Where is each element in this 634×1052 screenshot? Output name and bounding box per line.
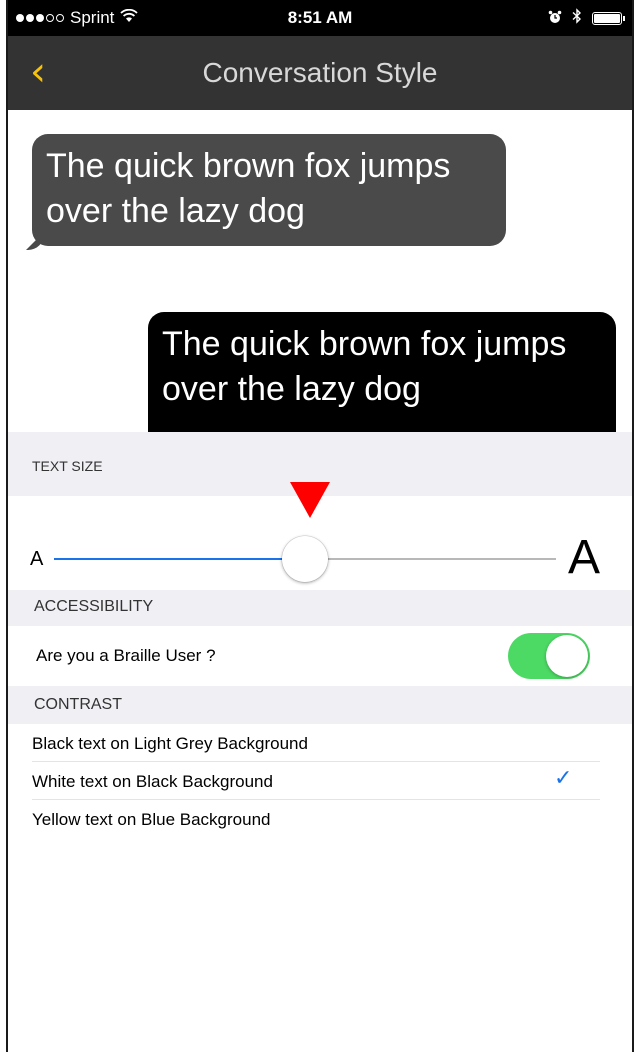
- contrast-option[interactable]: Yellow text on Blue Background: [8, 800, 632, 838]
- braille-user-toggle[interactable]: [508, 633, 590, 679]
- slider-fill: [54, 558, 305, 560]
- text-size-slider[interactable]: [54, 536, 556, 582]
- status-time: 8:51 AM: [287, 8, 353, 27]
- contrast-option-label: White text on Black Background: [32, 772, 273, 791]
- status-bar: Sprint 8:51 AM: [8, 0, 632, 36]
- braille-user-row: Are you a Braille User ?: [8, 626, 632, 686]
- text-size-control: A A: [8, 482, 632, 590]
- battery-icon: [592, 12, 625, 25]
- alarm-clock-icon: [548, 9, 562, 29]
- large-text-size-label: A: [568, 531, 601, 584]
- contrast-option[interactable]: Black text on Light Grey Background: [8, 724, 632, 762]
- small-text-size-label: A: [30, 548, 44, 570]
- status-right: [548, 8, 625, 29]
- conversation-preview: The quick brown fox jumps over the lazy …: [8, 110, 632, 432]
- contrast-option[interactable]: White text on Black Background ✓: [8, 762, 632, 800]
- bluetooth-icon: [572, 8, 582, 29]
- incoming-message-bubble: The quick brown fox jumps over the lazy …: [32, 134, 506, 246]
- contrast-option-label: Black text on Light Grey Background: [32, 734, 308, 753]
- toggle-knob: [546, 635, 588, 677]
- braille-user-label: Are you a Braille User ?: [36, 646, 216, 665]
- checkmark-icon: ✓: [554, 766, 573, 791]
- contrast-header: CONTRAST: [8, 686, 632, 724]
- accessibility-header: ACCESSIBILITY: [8, 590, 632, 626]
- outgoing-message-bubble: The quick brown fox jumps over the lazy …: [148, 312, 616, 432]
- triangle-down-marker-icon: [290, 482, 330, 518]
- battery-level: [594, 14, 620, 23]
- navigation-bar: ‹ Conversation Style: [8, 36, 632, 110]
- slider-thumb[interactable]: [282, 536, 328, 582]
- contrast-option-label: Yellow text on Blue Background: [32, 810, 271, 829]
- contrast-options-list: Black text on Light Grey Background Whit…: [8, 724, 632, 838]
- page-title: Conversation Style: [202, 57, 438, 88]
- phone-screen: Sprint 8:51 AM ‹ Conversation Style The …: [6, 0, 634, 1052]
